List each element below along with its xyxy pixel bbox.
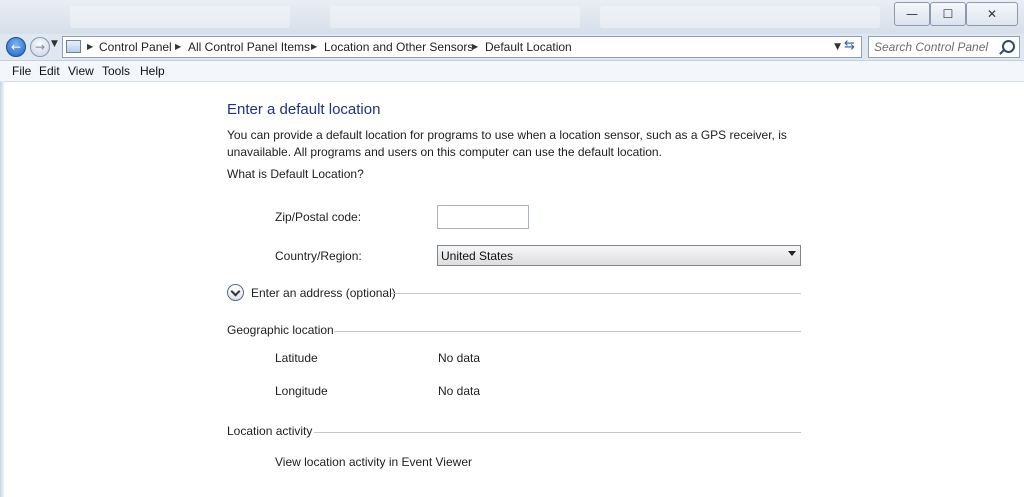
breadcrumb-control-panel[interactable]: Control Panel xyxy=(99,39,172,55)
back-button[interactable]: ← xyxy=(6,37,26,57)
expand-address-button[interactable] xyxy=(227,284,244,301)
close-button[interactable]: ✕ xyxy=(966,2,1018,26)
breadcrumb-separator-icon[interactable]: ▶ xyxy=(472,39,478,55)
search-input[interactable] xyxy=(874,39,994,55)
recent-pages-dropdown-icon[interactable]: ▼ xyxy=(51,39,58,49)
breadcrumb-default-location[interactable]: Default Location xyxy=(485,39,572,55)
what-is-default-location-link[interactable]: What is Default Location? xyxy=(227,167,364,181)
divider xyxy=(314,432,801,433)
back-arrow-icon: ← xyxy=(10,40,22,54)
breadcrumb-location-sensors[interactable]: Location and Other Sensors xyxy=(324,39,473,55)
minimize-button[interactable]: — xyxy=(894,2,930,26)
maximize-button[interactable]: ☐ xyxy=(930,2,966,26)
country-select[interactable]: United States xyxy=(437,245,801,266)
view-location-activity-link[interactable]: View location activity in Event Viewer xyxy=(275,455,472,469)
menu-edit[interactable]: Edit xyxy=(39,64,60,78)
page-description: You can provide a default location for p… xyxy=(227,128,787,159)
breadcrumb-separator-icon[interactable]: ▶ xyxy=(175,39,181,55)
divider xyxy=(334,331,801,332)
forward-button[interactable]: → xyxy=(30,37,50,57)
zip-input[interactable] xyxy=(437,205,529,229)
background-window-ghost xyxy=(330,6,580,28)
window-title-bar: — ☐ ✕ xyxy=(0,0,1024,34)
breadcrumb-all-items[interactable]: All Control Panel Items xyxy=(188,39,310,55)
search-icon[interactable] xyxy=(1002,40,1015,53)
address-bar[interactable]: ▶ Control Panel ▶ All Control Panel Item… xyxy=(62,36,862,58)
menu-help[interactable]: Help xyxy=(140,64,165,78)
search-box[interactable] xyxy=(868,36,1020,58)
country-selected-value: United States xyxy=(441,249,514,263)
breadcrumb-separator-icon[interactable]: ▶ xyxy=(311,39,317,55)
longitude-value: No data xyxy=(438,384,481,398)
menu-bar: File Edit View Tools Help xyxy=(0,61,1024,82)
refresh-icon[interactable]: ⇆ xyxy=(844,38,855,54)
geographic-location-heading: Geographic location xyxy=(227,323,334,337)
longitude-label: Longitude xyxy=(275,384,328,398)
location-activity-heading: Location activity xyxy=(227,424,313,438)
zip-label: Zip/Postal code: xyxy=(275,210,362,224)
country-label: Country/Region: xyxy=(275,249,362,263)
menu-tools[interactable]: Tools xyxy=(102,64,130,78)
navigation-bar: ← → ▼ ▶ Control Panel ▶ All Control Pane… xyxy=(0,34,1024,61)
latitude-label: Latitude xyxy=(275,351,318,365)
address-dropdown-icon[interactable]: ▼ xyxy=(834,39,841,55)
menu-view[interactable]: View xyxy=(68,64,94,78)
window-frame-left xyxy=(0,81,4,497)
chevron-down-icon xyxy=(788,251,796,256)
page-title: Enter a default location xyxy=(227,101,381,118)
enter-address-toggle[interactable]: Enter an address (optional) xyxy=(251,286,396,300)
background-window-ghost xyxy=(70,6,290,28)
breadcrumb-separator-icon[interactable]: ▶ xyxy=(87,39,93,55)
forward-arrow-icon: → xyxy=(34,40,46,54)
background-window-ghost xyxy=(600,6,880,28)
latitude-value: No data xyxy=(438,351,481,365)
divider xyxy=(391,293,801,294)
menu-file[interactable]: File xyxy=(12,64,31,78)
control-panel-icon xyxy=(66,40,81,53)
